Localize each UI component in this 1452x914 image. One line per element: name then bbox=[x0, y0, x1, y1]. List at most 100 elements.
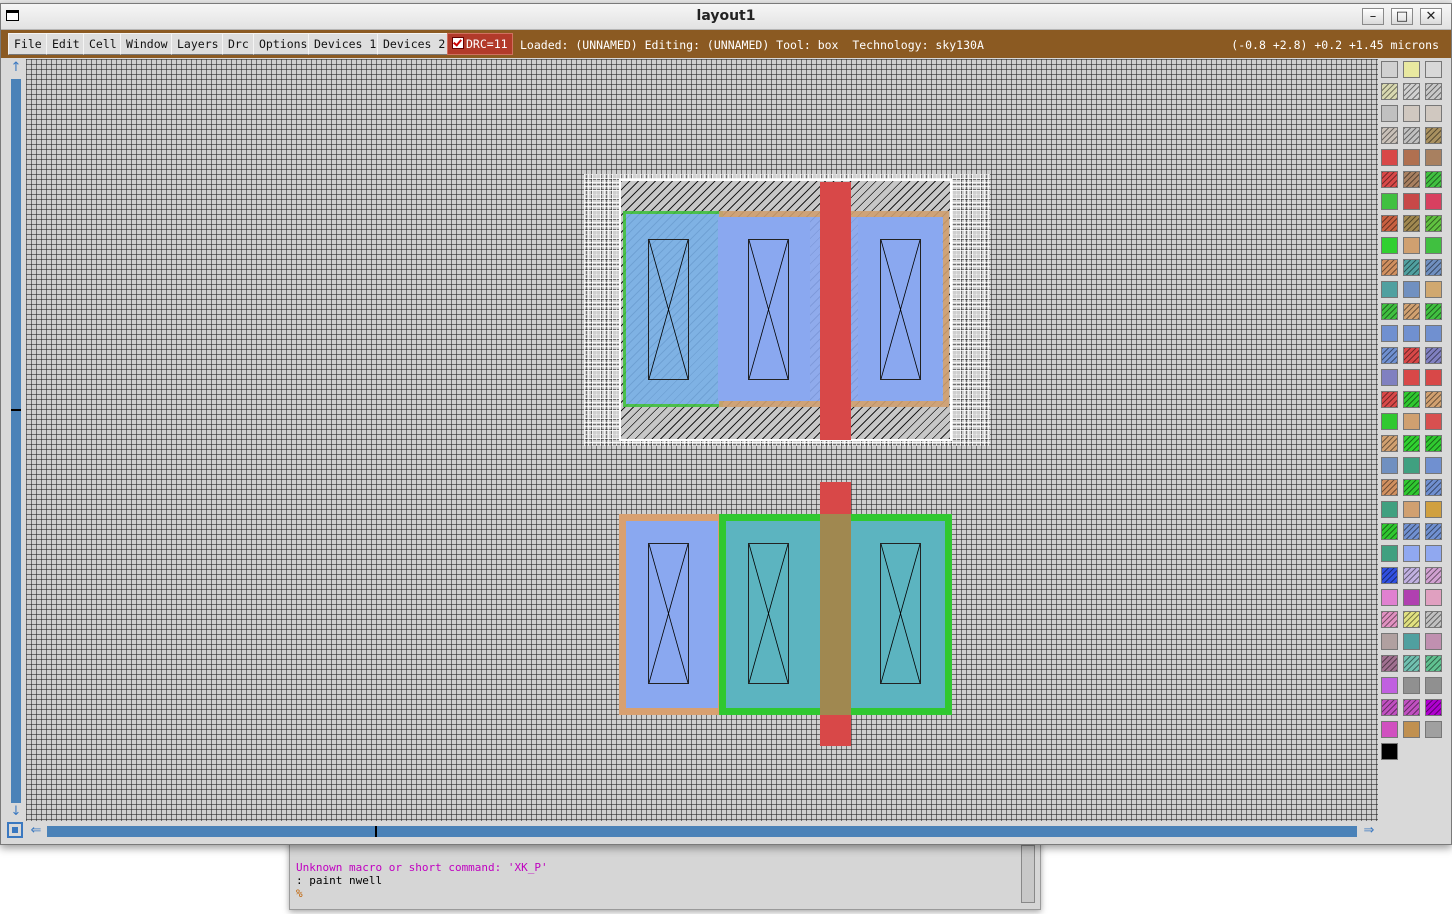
layer-swatch[interactable] bbox=[1381, 369, 1398, 386]
layer-swatch[interactable] bbox=[1381, 171, 1398, 188]
layer-swatch[interactable] bbox=[1403, 193, 1420, 210]
layer-swatch[interactable] bbox=[1403, 325, 1420, 342]
layer-swatch[interactable] bbox=[1381, 391, 1398, 408]
layer-swatch[interactable] bbox=[1425, 391, 1442, 408]
layer-swatch[interactable] bbox=[1425, 611, 1442, 628]
layer-swatch[interactable] bbox=[1403, 721, 1420, 738]
layer-swatch[interactable] bbox=[1403, 259, 1420, 276]
layer-swatch[interactable] bbox=[1403, 237, 1420, 254]
layer-swatch[interactable] bbox=[1381, 347, 1398, 364]
layer-swatch[interactable] bbox=[1381, 655, 1398, 672]
layer-swatch[interactable] bbox=[1425, 303, 1442, 320]
layer-swatch[interactable] bbox=[1381, 501, 1398, 518]
layer-swatch[interactable] bbox=[1403, 589, 1420, 606]
layer-swatch[interactable] bbox=[1381, 215, 1398, 232]
layer-swatch[interactable] bbox=[1403, 523, 1420, 540]
menu-layers[interactable]: Layers bbox=[171, 33, 225, 55]
layer-swatch[interactable] bbox=[1425, 215, 1442, 232]
layer-swatch[interactable] bbox=[1403, 83, 1420, 100]
layer-swatch[interactable] bbox=[1403, 611, 1420, 628]
layer-swatch[interactable] bbox=[1403, 171, 1420, 188]
layer-swatch[interactable] bbox=[1425, 721, 1442, 738]
layer-swatch[interactable] bbox=[1403, 567, 1420, 584]
layer-swatch[interactable] bbox=[1425, 479, 1442, 496]
layer-swatch[interactable] bbox=[1403, 369, 1420, 386]
layer-swatch[interactable] bbox=[1425, 83, 1442, 100]
layer-swatch[interactable] bbox=[1381, 259, 1398, 276]
title-bar[interactable]: layout1 – □ ✕ bbox=[1, 4, 1451, 30]
layer-swatch[interactable] bbox=[1381, 127, 1398, 144]
scroll-right-arrow-icon[interactable]: ⇒ bbox=[1361, 823, 1377, 839]
layer-swatch[interactable] bbox=[1403, 501, 1420, 518]
layer-swatch[interactable] bbox=[1403, 303, 1420, 320]
layer-swatch[interactable] bbox=[1381, 237, 1398, 254]
maximize-button[interactable]: □ bbox=[1391, 8, 1413, 25]
minimize-button[interactable]: – bbox=[1362, 8, 1384, 25]
layer-swatch[interactable] bbox=[1425, 413, 1442, 430]
layer-swatch[interactable] bbox=[1403, 105, 1420, 122]
layer-swatch[interactable] bbox=[1381, 303, 1398, 320]
menu-file[interactable]: File bbox=[8, 33, 48, 55]
layer-swatch[interactable] bbox=[1425, 589, 1442, 606]
layer-swatch[interactable] bbox=[1381, 193, 1398, 210]
layer-swatch[interactable] bbox=[1403, 655, 1420, 672]
layer-swatch[interactable] bbox=[1425, 61, 1442, 78]
layer-swatch[interactable] bbox=[1403, 149, 1420, 166]
menu-edit[interactable]: Edit bbox=[46, 33, 86, 55]
layer-swatch[interactable] bbox=[1381, 479, 1398, 496]
layer-swatch[interactable] bbox=[1425, 677, 1442, 694]
layer-swatch[interactable] bbox=[1403, 479, 1420, 496]
horizontal-scrollbar[interactable]: ⇐ ⇒ bbox=[26, 821, 1381, 841]
menu-cell[interactable]: Cell bbox=[83, 33, 123, 55]
layer-swatch[interactable] bbox=[1403, 61, 1420, 78]
layer-swatch[interactable] bbox=[1403, 457, 1420, 474]
layer-swatch[interactable] bbox=[1403, 677, 1420, 694]
layer-swatch[interactable] bbox=[1425, 545, 1442, 562]
layer-swatch[interactable] bbox=[1381, 105, 1398, 122]
layer-swatch[interactable] bbox=[1425, 501, 1442, 518]
layer-swatch[interactable] bbox=[1403, 127, 1420, 144]
layer-swatch[interactable] bbox=[1425, 523, 1442, 540]
layer-swatch[interactable] bbox=[1381, 589, 1398, 606]
scroll-up-arrow-icon[interactable]: ↑ bbox=[8, 60, 24, 76]
layer-swatch[interactable] bbox=[1403, 347, 1420, 364]
layer-swatch[interactable] bbox=[1381, 699, 1398, 716]
layer-swatch[interactable] bbox=[1381, 325, 1398, 342]
layer-swatch[interactable] bbox=[1425, 369, 1442, 386]
console-prompt[interactable]: % bbox=[296, 887, 548, 900]
layer-swatch[interactable] bbox=[1403, 413, 1420, 430]
menu-devices-2[interactable]: Devices 2 bbox=[377, 33, 452, 55]
menu-drc[interactable]: Drc bbox=[222, 33, 255, 55]
layer-swatch[interactable] bbox=[1425, 281, 1442, 298]
layer-swatch[interactable] bbox=[1381, 721, 1398, 738]
console-window[interactable]: Unknown macro or short command: 'XK_P' :… bbox=[289, 838, 1041, 910]
drc-checkbox[interactable] bbox=[452, 37, 464, 49]
layer-swatch[interactable] bbox=[1403, 699, 1420, 716]
scroll-left-arrow-icon[interactable]: ⇐ bbox=[28, 823, 44, 839]
layer-swatch[interactable] bbox=[1425, 237, 1442, 254]
menu-window[interactable]: Window bbox=[120, 33, 174, 55]
layer-swatch[interactable] bbox=[1403, 633, 1420, 650]
layer-swatch[interactable] bbox=[1403, 391, 1420, 408]
layer-swatch[interactable] bbox=[1381, 523, 1398, 540]
layer-swatch[interactable] bbox=[1403, 435, 1420, 452]
layer-swatch[interactable] bbox=[1381, 281, 1398, 298]
layer-swatch[interactable] bbox=[1381, 545, 1398, 562]
layer-swatch[interactable] bbox=[1381, 149, 1398, 166]
layer-swatch[interactable] bbox=[1425, 347, 1442, 364]
horizontal-scroll-marker[interactable] bbox=[375, 826, 377, 837]
layer-swatch[interactable] bbox=[1381, 677, 1398, 694]
close-button[interactable]: ✕ bbox=[1420, 8, 1442, 25]
layer-swatch[interactable] bbox=[1425, 435, 1442, 452]
zoom-box-icon[interactable] bbox=[7, 822, 23, 838]
vertical-scroll-marker[interactable] bbox=[11, 409, 21, 411]
layer-swatch[interactable] bbox=[1403, 545, 1420, 562]
layer-swatch[interactable] bbox=[1425, 457, 1442, 474]
layer-swatch[interactable] bbox=[1403, 281, 1420, 298]
layer-swatch[interactable] bbox=[1425, 149, 1442, 166]
layer-swatch[interactable] bbox=[1425, 259, 1442, 276]
layer-swatch[interactable] bbox=[1425, 699, 1442, 716]
vertical-scroll-track[interactable] bbox=[11, 79, 21, 803]
layer-swatch[interactable] bbox=[1425, 655, 1442, 672]
layer-swatch[interactable] bbox=[1425, 127, 1442, 144]
